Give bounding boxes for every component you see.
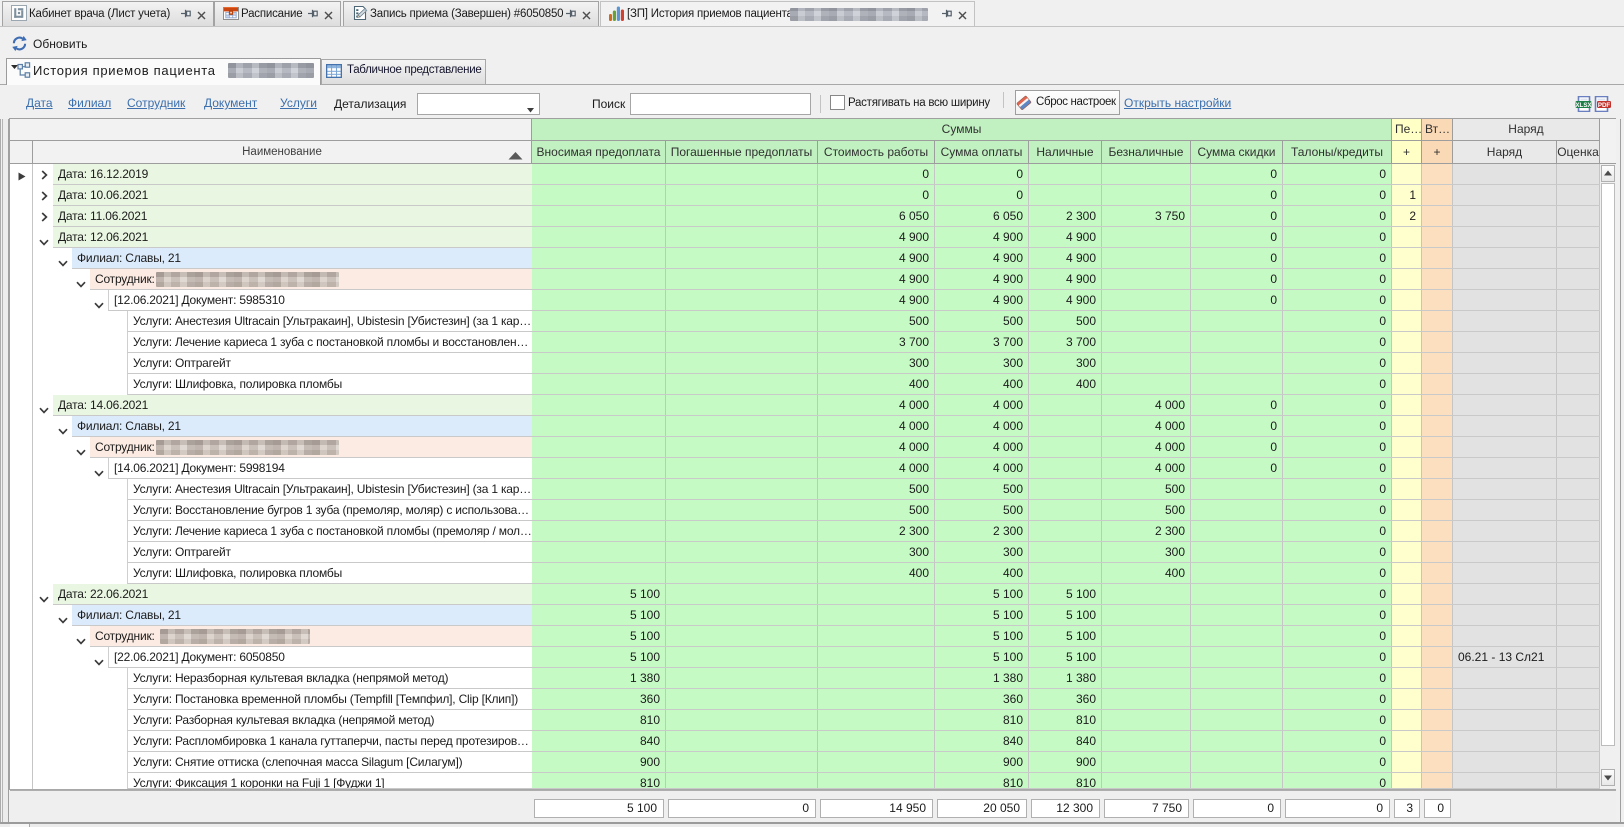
svg-text:PDF: PDF [1598, 102, 1611, 109]
svg-text:XLSX: XLSX [1575, 102, 1592, 109]
